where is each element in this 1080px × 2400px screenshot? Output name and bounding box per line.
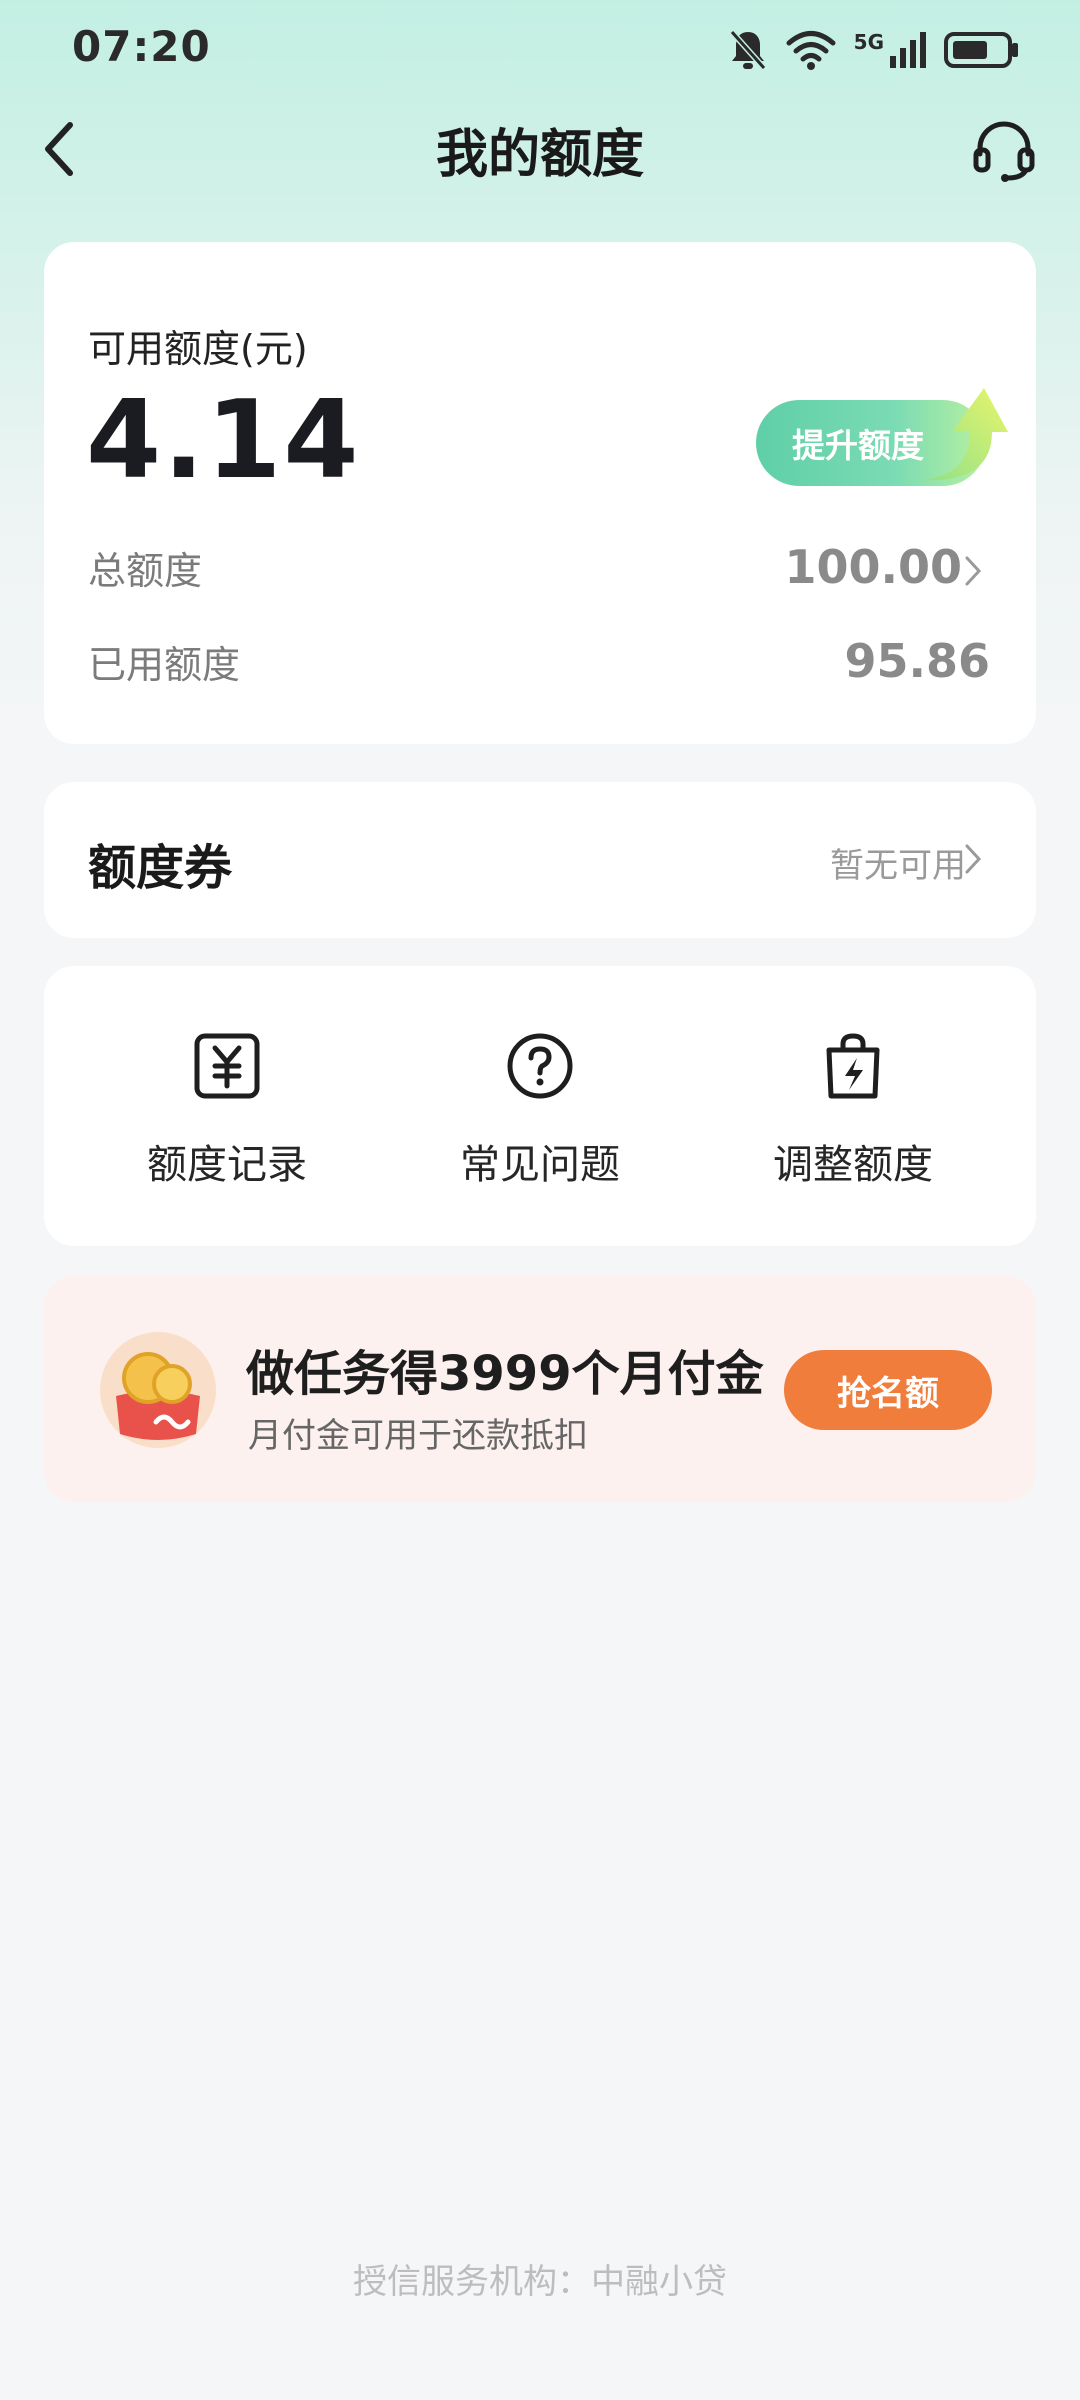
grab-quota-button[interactable]: 抢名额 <box>784 1350 992 1430</box>
yuan-record-icon <box>194 1033 260 1099</box>
signal-5g-icon: 5G <box>854 32 926 68</box>
available-limit-label: 可用额度(元) <box>88 327 308 371</box>
coupon-title: 额度券 <box>88 840 233 896</box>
chevron-right-icon[interactable] <box>962 554 984 588</box>
available-limit-value: 4.14 <box>86 378 361 503</box>
status-icons: 5G <box>728 28 1020 72</box>
network-type-label: 5G <box>853 30 884 54</box>
chevron-right-icon <box>965 844 982 874</box>
total-limit-value[interactable]: 100.00 <box>784 540 962 594</box>
credit-institution-note: 授信服务机构：中融小贷 <box>353 2262 727 2302</box>
promo-subtitle: 月付金可用于还款抵扣 <box>248 1416 588 1456</box>
page-title: 我的额度 <box>435 125 644 185</box>
shortcut-adjust-limit[interactable]: 调整额度 <box>733 1030 973 1190</box>
grab-quota-label: 抢名额 <box>837 1373 939 1414</box>
shortcut-label: 常见问题 <box>460 1142 620 1188</box>
wifi-icon <box>786 31 836 70</box>
battery-icon <box>944 32 1018 68</box>
used-limit-value: 95.86 <box>844 634 990 688</box>
shortcut-faq[interactable]: 常见问题 <box>420 1030 660 1190</box>
coin-wallet-icon <box>100 1332 216 1448</box>
coupon-status: 暂无可用 <box>830 846 966 886</box>
promo-title: 做任务得3999个月付金 <box>246 1346 764 1402</box>
used-limit-label: 已用额度 <box>88 643 241 687</box>
up-arrow-icon <box>920 388 1008 481</box>
shortcut-label: 调整额度 <box>773 1142 933 1188</box>
total-limit-label: 总额度 <box>88 549 203 593</box>
question-circle-icon <box>507 1033 573 1099</box>
shortcut-limit-record[interactable]: 额度记录 <box>107 1030 347 1190</box>
status-time: 07:20 <box>72 22 211 71</box>
headset-icon <box>973 121 1035 182</box>
shopping-bag-bolt-icon <box>826 1033 880 1099</box>
mute-bell-icon <box>729 30 766 70</box>
shortcut-label: 额度记录 <box>147 1142 307 1188</box>
customer-service-button[interactable] <box>972 118 1036 182</box>
